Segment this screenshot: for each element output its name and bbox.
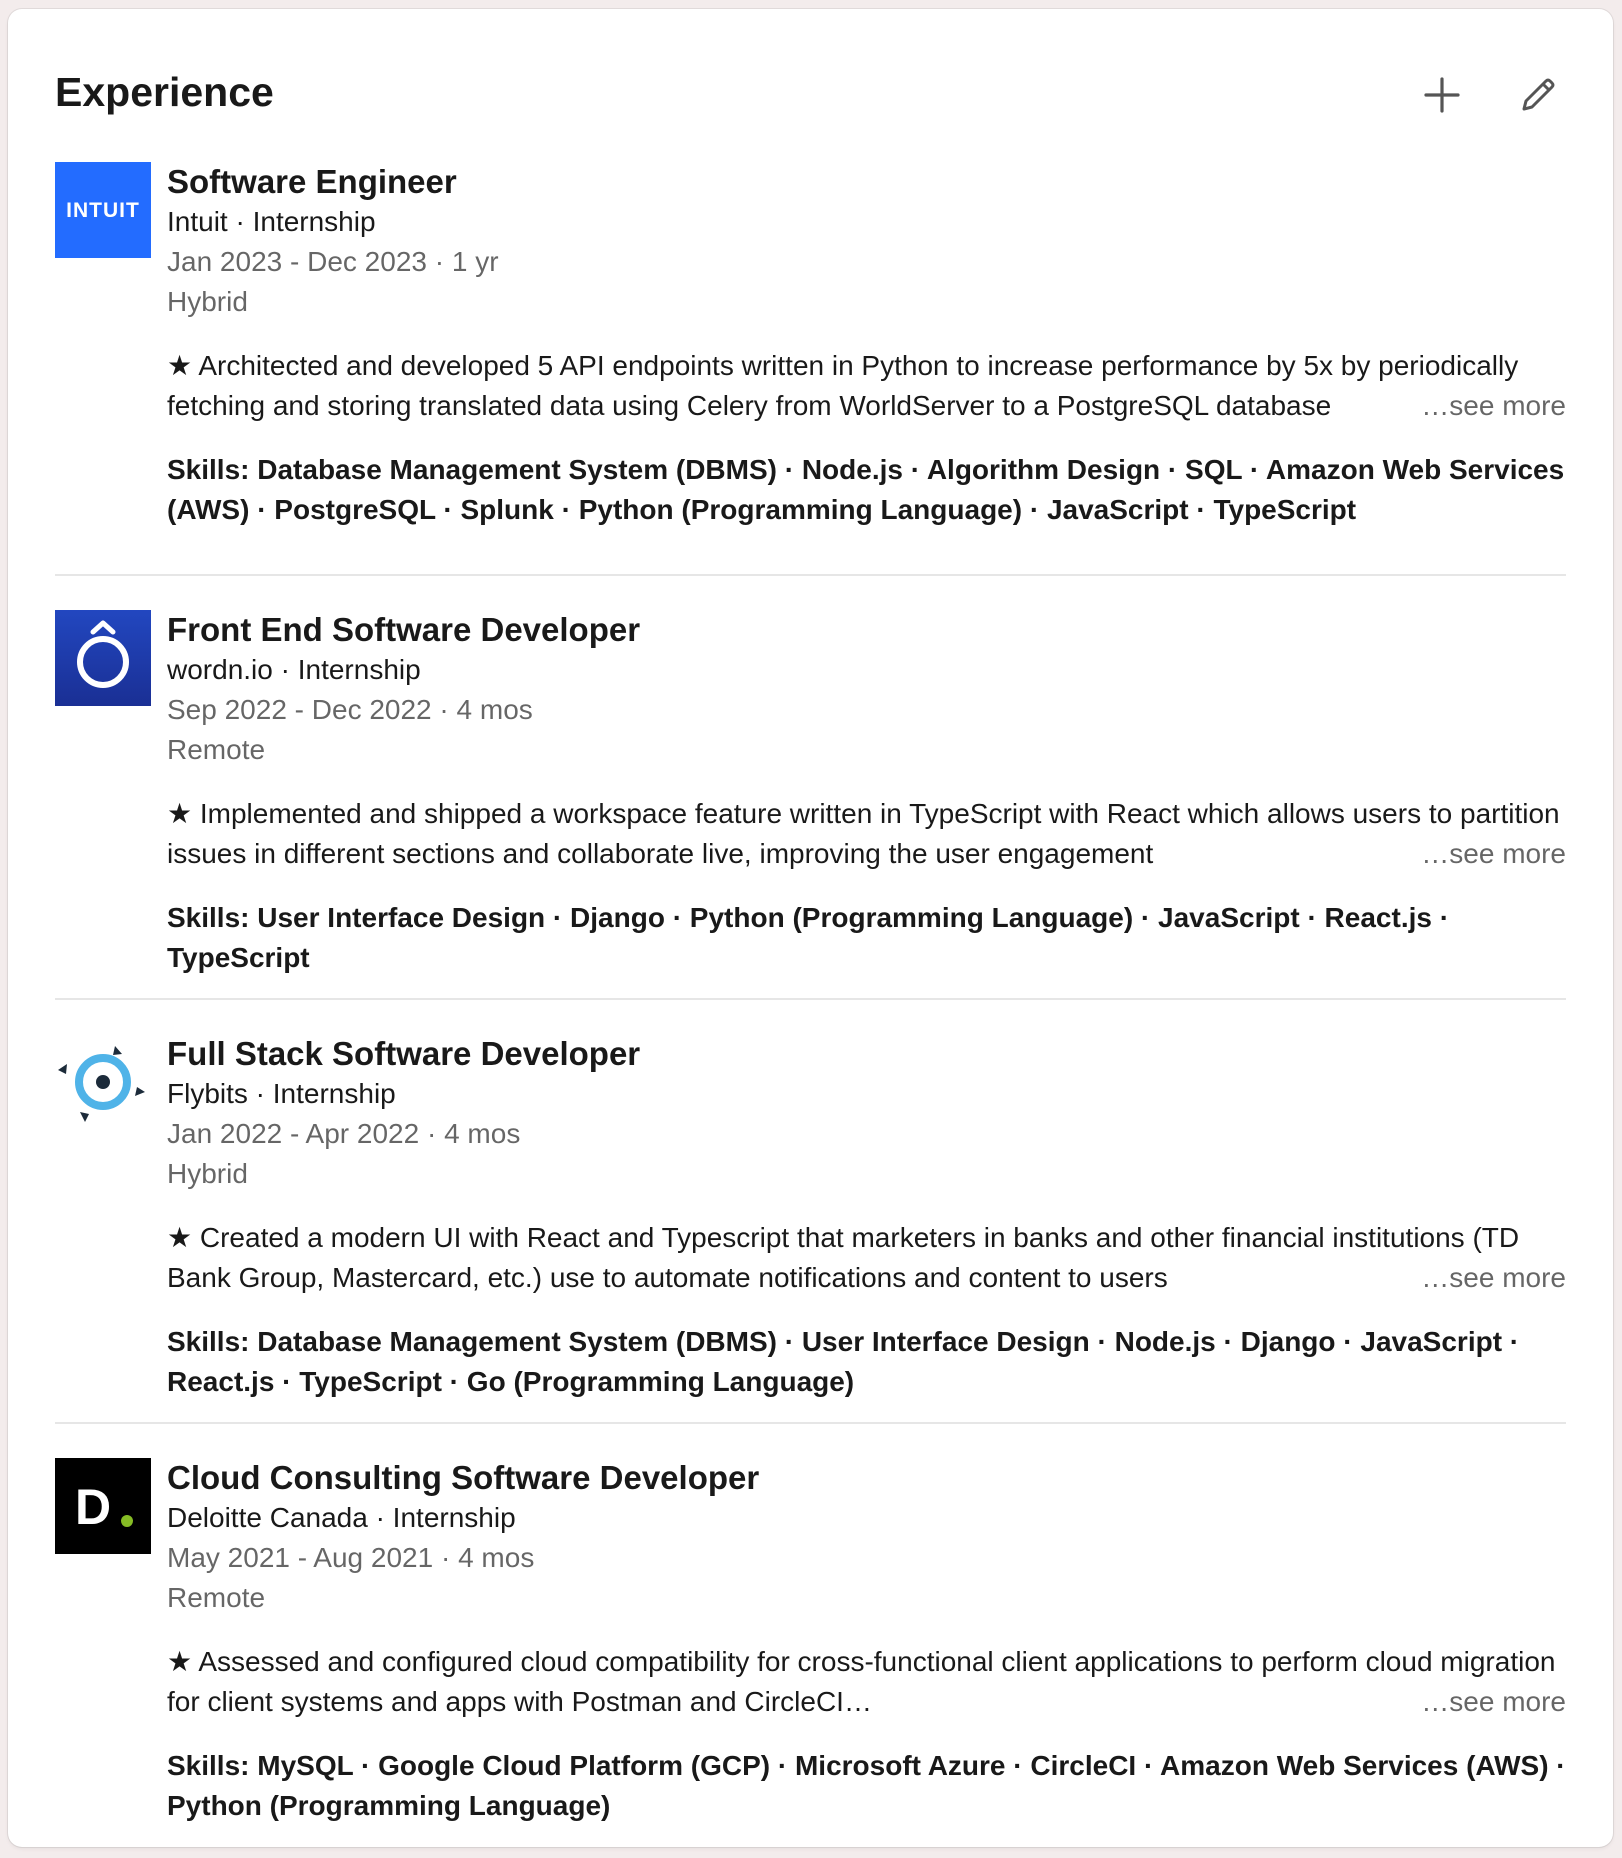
date-range: Jan 2022 - Apr 2022 · 4 mos [167, 1118, 521, 1149]
section-header: Experience [55, 57, 1566, 127]
experience-list: INTUIT Software Engineer Intuit · Intern… [55, 152, 1566, 1826]
role-title[interactable]: Front End Software Developer [167, 600, 1566, 650]
header-actions [1414, 67, 1566, 123]
work-location: Remote [167, 734, 266, 765]
deloitte-logo-text: D [75, 1479, 111, 1535]
skills-list[interactable]: Skills: MySQL · Google Cloud Platform (G… [167, 1746, 1566, 1826]
date-range: Sep 2022 - Dec 2022 · 4 mos [167, 694, 533, 725]
description-text: ★ Created a modern UI with React and Typ… [167, 1222, 1520, 1293]
section-title: Experience [55, 69, 274, 115]
description: ★ Created a modern UI with React and Typ… [167, 1218, 1566, 1298]
description: ★ Implemented and shipped a workspace fe… [167, 794, 1566, 874]
role-title[interactable]: Cloud Consulting Software Developer [167, 1448, 1566, 1498]
description-text: ★ Assessed and configured cloud compatib… [167, 1646, 1556, 1717]
experience-item: Front End Software Developer wordn.io · … [55, 576, 1566, 1000]
company-name: Deloitte Canada · Internship [167, 1502, 516, 1533]
role-title[interactable]: Full Stack Software Developer [167, 1024, 1566, 1074]
flybits-logo[interactable] [55, 1034, 151, 1130]
skills-list[interactable]: Skills: Database Management System (DBMS… [167, 450, 1566, 530]
skills-list[interactable]: Skills: Database Management System (DBMS… [167, 1322, 1566, 1402]
see-more-button[interactable]: …see more [1405, 1682, 1566, 1722]
work-location: Remote [167, 1582, 266, 1613]
deloitte-logo[interactable]: D [55, 1458, 151, 1554]
see-more-button[interactable]: …see more [1405, 834, 1566, 874]
description-text: ★ Architected and developed 5 API endpoi… [167, 350, 1519, 421]
edit-experience-button[interactable] [1510, 67, 1566, 123]
intuit-logo-text: INTUIT [66, 199, 140, 222]
experience-card: Experience INTUIT Software Engineer Intu… [8, 9, 1613, 1847]
company-name: Flybits · Internship [167, 1078, 396, 1109]
experience-item: D Cloud Consulting Software Developer De… [55, 1424, 1566, 1826]
date-range: Jan 2023 - Dec 2023 · 1 yr [167, 246, 499, 277]
see-more-button[interactable]: …see more [1405, 1258, 1566, 1298]
work-location: Hybrid [167, 1158, 248, 1189]
company-name: Intuit · Internship [167, 206, 376, 237]
role-title[interactable]: Software Engineer [167, 152, 1566, 202]
add-experience-button[interactable] [1414, 67, 1470, 123]
description: ★ Architected and developed 5 API endpoi… [167, 346, 1566, 426]
see-more-button[interactable]: …see more [1405, 386, 1566, 426]
wordn-logo[interactable] [55, 610, 151, 706]
plus-icon [1424, 77, 1460, 113]
date-range: May 2021 - Aug 2021 · 4 mos [167, 1542, 535, 1573]
description: ★ Assessed and configured cloud compatib… [167, 1642, 1566, 1722]
work-location: Hybrid [167, 286, 248, 317]
company-name: wordn.io · Internship [167, 654, 421, 685]
pencil-icon [1522, 78, 1555, 111]
experience-item: Full Stack Software Developer Flybits · … [55, 1000, 1566, 1424]
intuit-logo[interactable]: INTUIT [55, 162, 151, 258]
description-text: ★ Implemented and shipped a workspace fe… [167, 798, 1560, 869]
experience-item: INTUIT Software Engineer Intuit · Intern… [55, 152, 1566, 576]
skills-list[interactable]: Skills: User Interface Design · Django ·… [167, 898, 1566, 978]
